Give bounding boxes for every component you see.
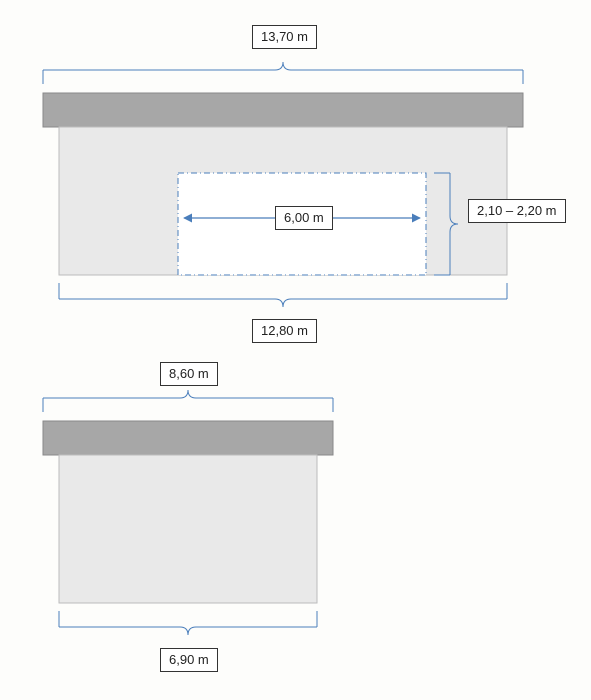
label-opening-height: 2,10 – 2,20 m xyxy=(468,199,566,223)
label-opening-width: 6,00 m xyxy=(275,206,333,230)
lower-roof xyxy=(43,421,333,455)
label-lower-overall: 8,60 m xyxy=(160,362,218,386)
brace-upper-inner xyxy=(59,283,507,307)
label-upper-overall: 13,70 m xyxy=(252,25,317,49)
dimension-diagram xyxy=(0,0,591,700)
label-upper-inner: 12,80 m xyxy=(252,319,317,343)
lower-body xyxy=(59,455,317,603)
brace-lower-inner xyxy=(59,611,317,635)
brace-upper-overall xyxy=(43,62,523,84)
label-lower-inner: 6,90 m xyxy=(160,648,218,672)
upper-roof xyxy=(43,93,523,127)
brace-lower-overall xyxy=(43,390,333,412)
